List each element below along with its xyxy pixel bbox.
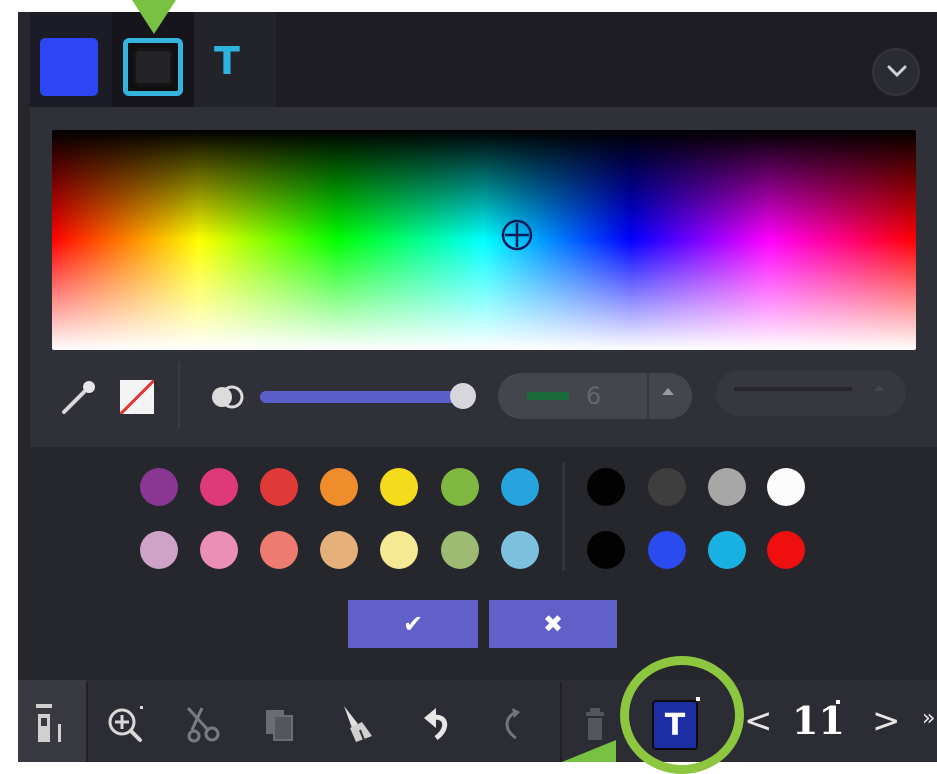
palette-swatch[interactable] [320, 468, 358, 506]
palette-swatch[interactable] [587, 468, 625, 506]
cut-icon[interactable] [182, 700, 226, 748]
palette-swatch[interactable] [767, 531, 805, 569]
stroke-preview-line [527, 392, 569, 400]
stroke-width-value: 6 [586, 382, 602, 410]
undo-icon[interactable] [420, 700, 456, 748]
opacity-slider[interactable] [260, 391, 466, 403]
no-color-icon[interactable] [120, 380, 154, 414]
toolbar-divider [86, 682, 88, 762]
stepper-divider [647, 373, 649, 419]
palette-swatch[interactable] [260, 468, 298, 506]
annotation-arrow-up [562, 740, 616, 762]
palette-swatch[interactable] [587, 531, 625, 569]
redo-icon[interactable] [494, 700, 530, 748]
chevron-down-icon [887, 65, 907, 78]
palette-swatch[interactable] [380, 468, 418, 506]
palette-swatch[interactable] [441, 468, 479, 506]
palette-swatch[interactable] [501, 531, 539, 569]
eyedropper-icon[interactable] [58, 376, 100, 418]
palette-swatch[interactable] [260, 531, 298, 569]
annotation-highlight-circle [620, 656, 744, 774]
palette-divider [562, 463, 565, 571]
layers-icon[interactable] [32, 700, 68, 748]
palette-swatch[interactable] [441, 531, 479, 569]
dash-stepper-up-icon[interactable] [874, 385, 884, 391]
check-icon: ✔ [402, 610, 424, 638]
palette-swatch[interactable] [200, 531, 238, 569]
dash-preview-line [734, 387, 852, 391]
annotation-arrow-down [132, 0, 176, 34]
palette-swatch[interactable] [320, 531, 358, 569]
previous-page-button[interactable]: < [744, 704, 773, 738]
page-number-indicator [836, 700, 840, 704]
palette-swatch[interactable] [380, 531, 418, 569]
fill-color-swatch[interactable] [40, 38, 98, 96]
collapse-dropdown[interactable] [872, 48, 920, 96]
confirm-button[interactable]: ✔ [348, 600, 478, 648]
palette-swatch[interactable] [501, 468, 539, 506]
paint-brush-icon[interactable] [334, 700, 378, 748]
palette-swatch[interactable] [140, 468, 178, 506]
divider [178, 362, 180, 428]
close-icon: ✖ [542, 610, 564, 638]
palette-swatch[interactable] [708, 531, 746, 569]
stepper-up-icon[interactable] [662, 388, 674, 395]
picker-crosshair-icon[interactable] [500, 218, 534, 252]
text-color-tab-label[interactable]: T [214, 42, 240, 80]
cancel-button[interactable]: ✖ [489, 600, 617, 648]
palette-swatch[interactable] [200, 468, 238, 506]
dash-style-stepper[interactable] [716, 370, 906, 416]
palette-swatch[interactable] [140, 531, 178, 569]
palette-swatch[interactable] [648, 531, 686, 569]
more-tools-button[interactable]: » [922, 708, 937, 730]
stroke-color-swatch-inner [133, 48, 173, 86]
opacity-slider-thumb[interactable] [450, 383, 476, 409]
page-number: 11 [792, 698, 845, 743]
palette-swatch[interactable] [708, 468, 746, 506]
palette-swatch[interactable] [648, 468, 686, 506]
opacity-icon [212, 385, 244, 409]
palette-swatch[interactable] [767, 468, 805, 506]
zoom-in-icon[interactable] [104, 700, 148, 748]
next-page-button[interactable]: > [872, 704, 901, 738]
copy-icon[interactable] [262, 700, 298, 748]
color-spectrum[interactable] [52, 130, 916, 350]
